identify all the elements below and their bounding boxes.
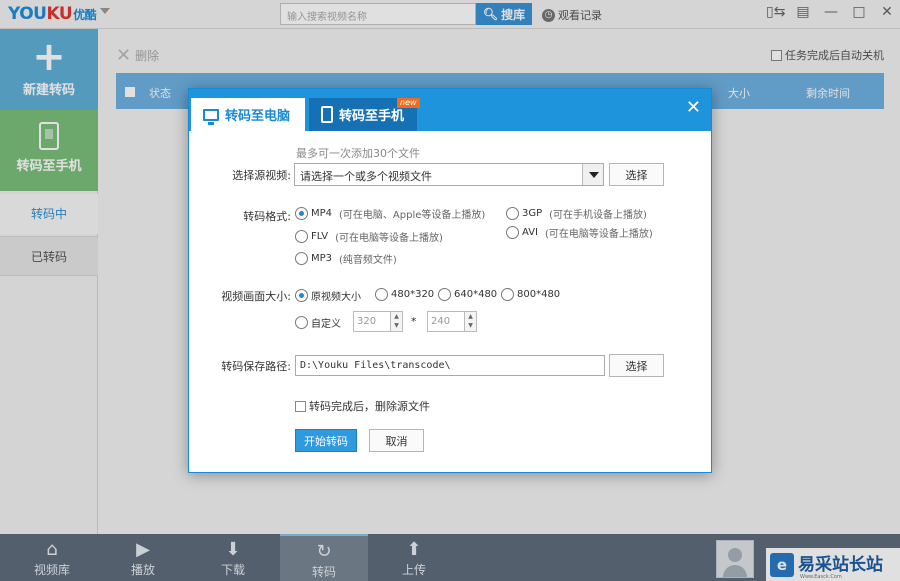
stepper-arrows-icon[interactable]: ▲ ▼ [464, 312, 476, 331]
tab-convert-to-pc[interactable]: 转码至电脑 [191, 98, 305, 131]
file-limit-hint: 最多可一次添加30个文件 [296, 147, 420, 160]
custom-label: 自定义 [311, 319, 341, 330]
format-radio-mp4[interactable]: MP4 (可在电脑、Apple等设备上播放) [295, 206, 485, 221]
size-radio-original[interactable]: 原视频大小 [295, 288, 361, 303]
start-convert-button[interactable]: 开始转码 [295, 429, 357, 452]
format-name: 3GP [522, 208, 543, 219]
size-name: 800*480 [517, 289, 561, 300]
close-icon[interactable]: ✕ [686, 97, 701, 118]
tab-label: 转码至电脑 [225, 109, 291, 124]
choose-source-button[interactable]: 选择 [609, 163, 664, 186]
dialog-header: 转码至电脑 转码至手机 new ✕ [189, 89, 711, 131]
radio-icon [501, 288, 514, 301]
tab-label: 转码至手机 [339, 109, 405, 124]
delete-source-label: 转码完成后，删除源文件 [309, 400, 430, 413]
radio-selected-icon [295, 289, 308, 302]
format-desc: (可在电脑等设备上播放) [545, 229, 653, 240]
source-video-select[interactable]: 请选择一个或多个视频文件 [294, 163, 604, 186]
cancel-button[interactable]: 取消 [369, 429, 424, 452]
choose-path-button[interactable]: 选择 [609, 354, 664, 377]
format-radio-avi[interactable]: AVI (可在电脑等设备上播放) [506, 225, 653, 240]
custom-width-value: 320 [357, 316, 377, 327]
custom-width-stepper[interactable]: 320 ▲ ▼ [353, 311, 403, 332]
format-name: MP4 [311, 208, 333, 219]
radio-icon [295, 252, 308, 265]
format-radio-mp3[interactable]: MP3 (纯音频文件) [295, 251, 397, 266]
source-label: 选择源视频: [232, 169, 291, 182]
radio-icon [506, 226, 519, 239]
format-label: 转码格式: [243, 210, 291, 223]
size-name: 640*480 [454, 289, 498, 300]
checkbox-icon [295, 400, 306, 412]
radio-icon [438, 288, 451, 301]
size-radio-480x320[interactable]: 480*320 [375, 288, 434, 301]
monitor-icon [203, 108, 219, 125]
size-name: 原视频大小 [311, 292, 361, 303]
save-path-input[interactable]: D:\Youku Files\transcode\ [295, 355, 605, 376]
format-desc: (纯音频文件) [339, 255, 397, 266]
format-radio-3gp[interactable]: 3GP (可在手机设备上播放) [506, 206, 647, 221]
custom-height-value: 240 [431, 316, 451, 327]
size-radio-custom[interactable]: 自定义 [295, 315, 341, 330]
size-label: 视频画面大小: [221, 290, 291, 303]
custom-height-stepper[interactable]: 240 ▲ ▼ [427, 311, 477, 332]
radio-icon [375, 288, 388, 301]
format-desc: (可在手机设备上播放) [549, 210, 647, 221]
format-desc: (可在电脑、Apple等设备上播放) [339, 210, 486, 221]
save-path-label: 转码保存路径: [221, 360, 291, 373]
size-radio-640x480[interactable]: 640*480 [438, 288, 497, 301]
times-sign: * [411, 315, 417, 328]
format-name: FLV [311, 231, 329, 242]
size-radio-800x480[interactable]: 800*480 [501, 288, 560, 301]
phone-icon [321, 106, 333, 123]
radio-selected-icon [295, 207, 308, 220]
chevron-down-icon[interactable] [582, 164, 603, 185]
radio-icon [295, 230, 308, 243]
format-desc: (可在电脑等设备上播放) [335, 233, 443, 244]
convert-dialog: 转码至电脑 转码至手机 new ✕ 最多可一次添加30个文件 选择源视频: 请选… [188, 88, 712, 473]
size-name: 480*320 [391, 289, 435, 300]
format-name: MP3 [311, 253, 333, 264]
format-radio-flv[interactable]: FLV (可在电脑等设备上播放) [295, 229, 443, 244]
stepper-arrows-icon[interactable]: ▲ ▼ [390, 312, 402, 331]
radio-icon [295, 316, 308, 329]
format-name: AVI [522, 227, 538, 238]
delete-source-checkbox[interactable]: 转码完成后，删除源文件 [295, 398, 430, 414]
new-badge: new [397, 98, 420, 108]
radio-icon [506, 207, 519, 220]
